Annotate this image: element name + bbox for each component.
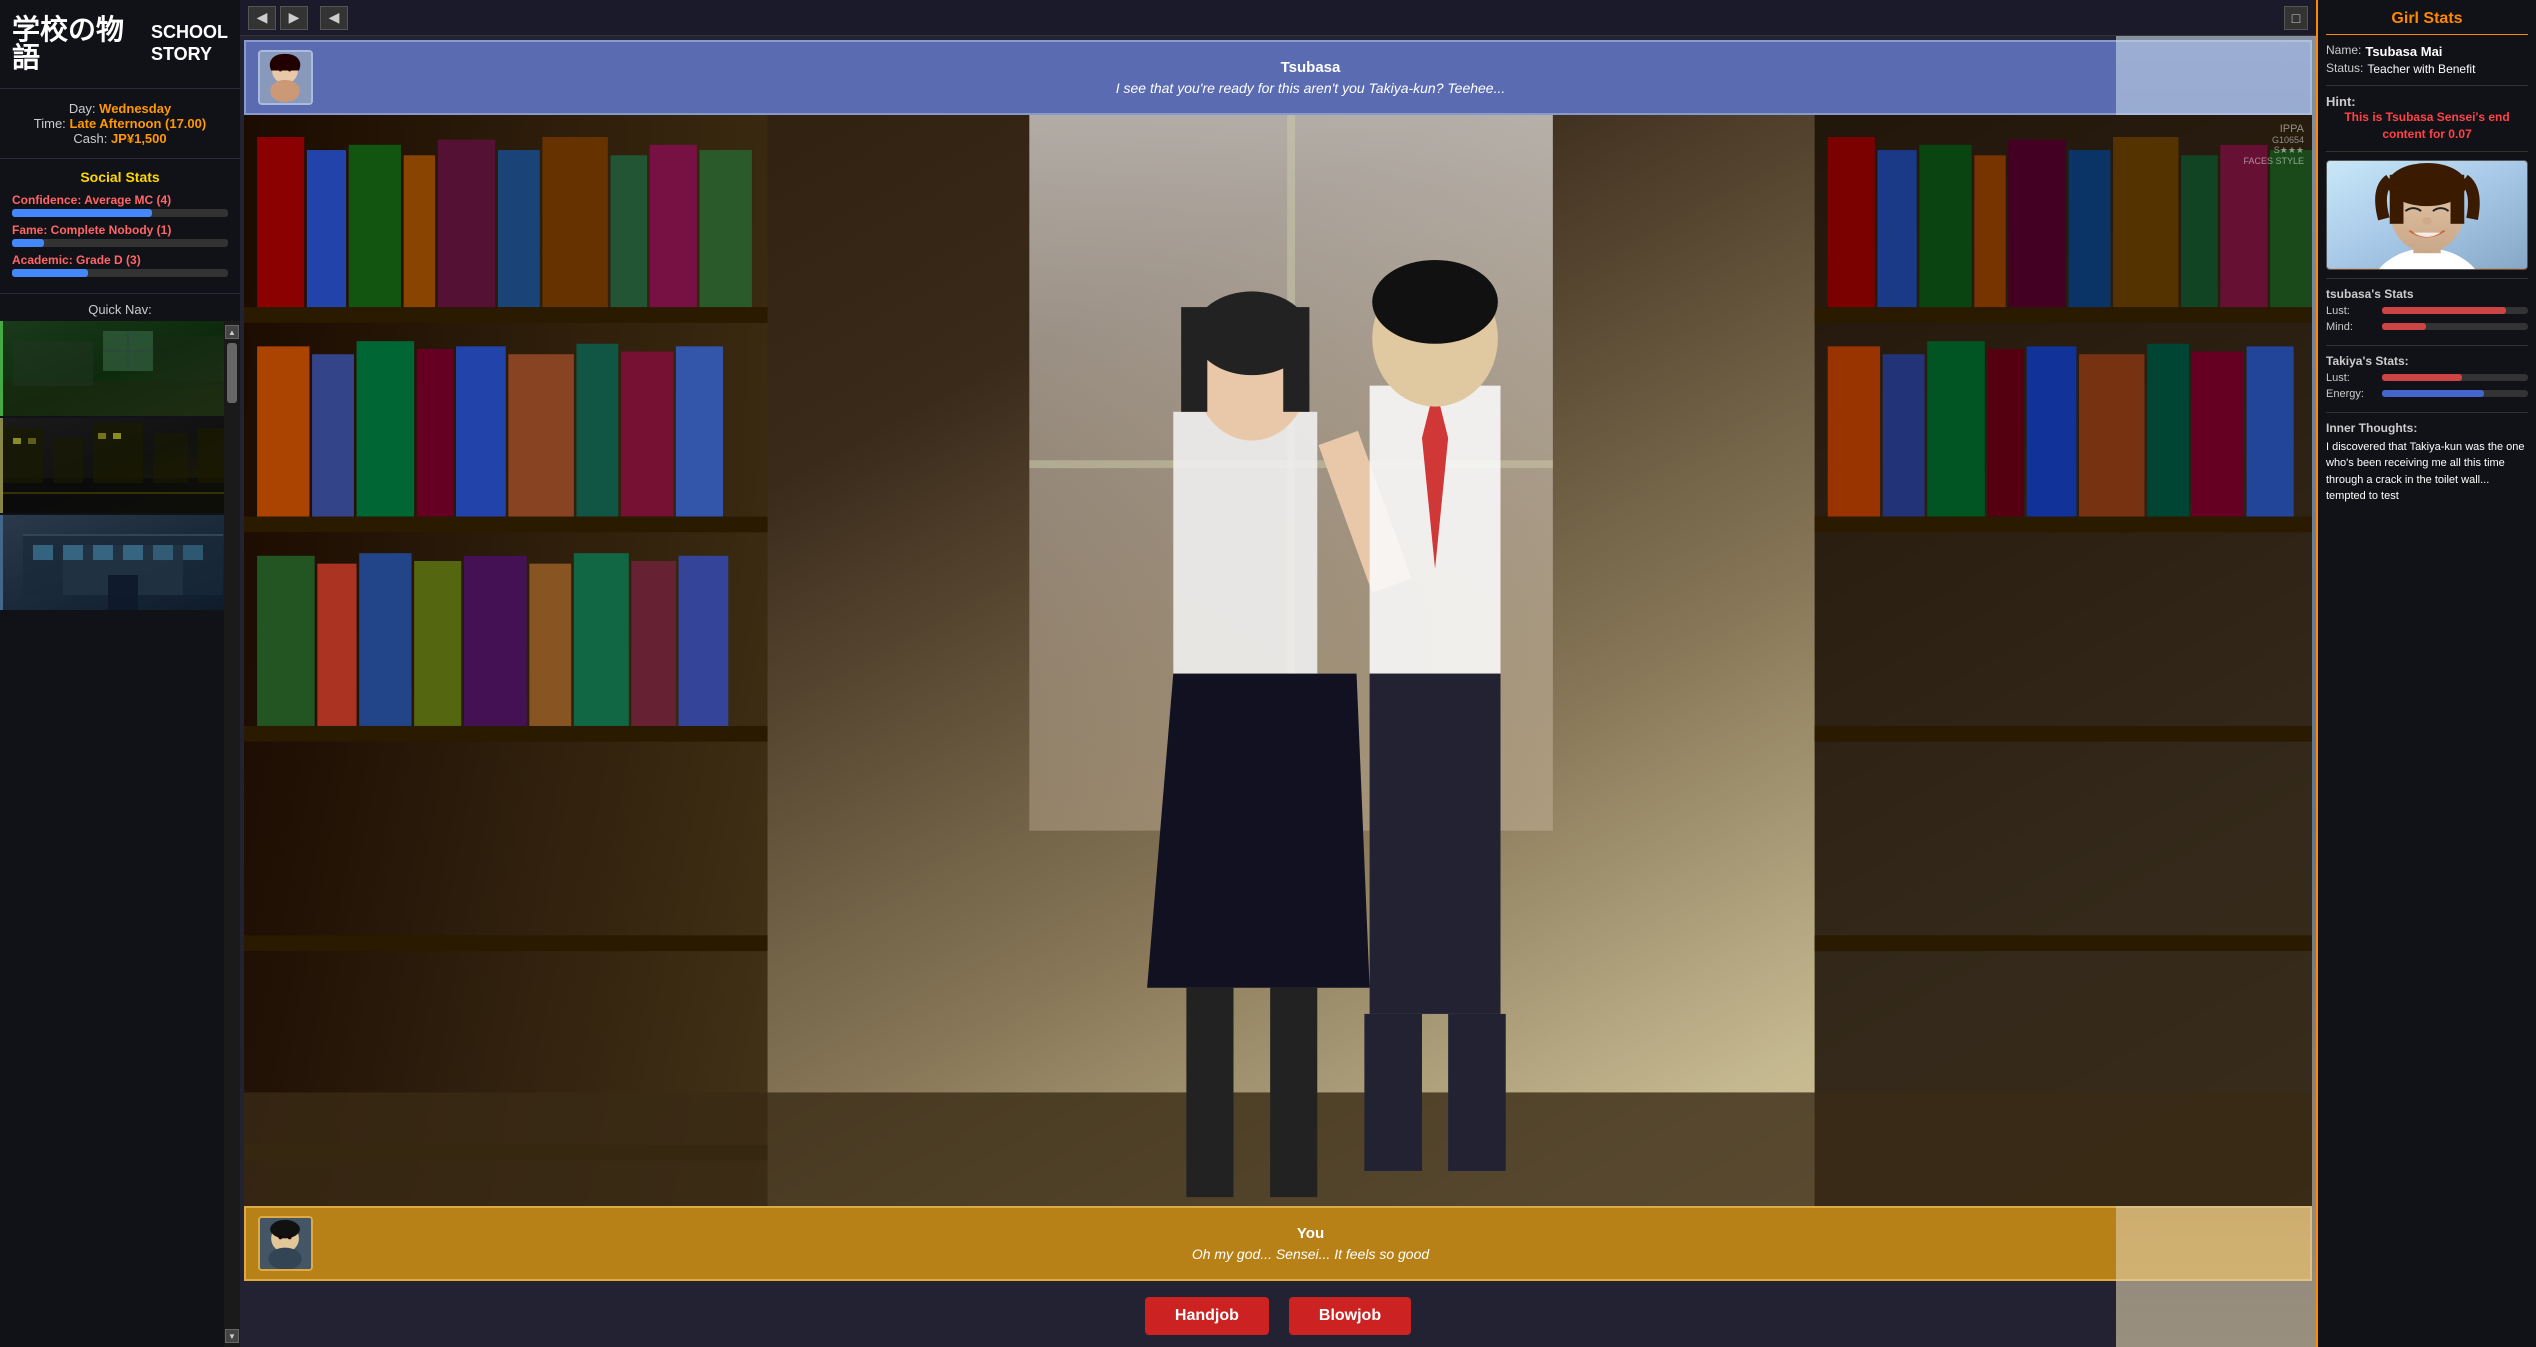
choice-handjob-button[interactable]: Handjob	[1145, 1297, 1269, 1335]
scene-image: IPPA G10654 S★★★ FACES STYLE	[244, 115, 2312, 1206]
tsubasa-lust-row: Lust:	[2326, 305, 2528, 317]
name-value: Tsubasa Mai	[2365, 44, 2442, 59]
fame-label: Fame: Complete Nobody (1)	[12, 223, 228, 237]
cash-value: JP¥1,500	[111, 131, 167, 146]
confidence-bar-bg	[12, 209, 228, 217]
tsubasa-dialogue-content: Tsubasa I see that you're ready for this…	[323, 59, 2298, 96]
inner-thoughts-title: Inner Thoughts:	[2326, 421, 2528, 435]
inner-thoughts-section: Inner Thoughts: I discovered that Takiya…	[2326, 421, 2528, 1337]
scroll-thumb[interactable]	[227, 343, 237, 403]
mc-speaker: You	[323, 1225, 2298, 1242]
inner-thoughts-text: I discovered that Takiya-kun was the one…	[2326, 439, 2528, 505]
takiya-lust-row: Lust:	[2326, 372, 2528, 384]
nav-item-school[interactable]: SCHOOL	[0, 515, 224, 610]
back-button[interactable]: ◀	[248, 6, 276, 30]
tsubasa-stats-title: tsubasa's Stats	[2326, 287, 2528, 301]
takiya-energy-row: Energy:	[2326, 388, 2528, 400]
dialogue-bottom[interactable]: You Oh my god... Sensei... It feels so g…	[244, 1206, 2312, 1281]
takiya-energy-label: Energy:	[2326, 388, 2376, 400]
academic-stat: Academic: Grade D (3)	[12, 253, 228, 277]
choices-area: Handjob Blowjob	[240, 1285, 2316, 1347]
status-label: Status:	[2326, 61, 2363, 75]
girl-photo-inner	[2327, 161, 2527, 269]
window-button[interactable]: □	[2284, 6, 2308, 30]
tsubasa-stats-section: tsubasa's Stats Lust: Mind:	[2326, 287, 2528, 346]
hint-text: This is Tsubasa Sensei's end content for…	[2326, 109, 2528, 143]
tsubasa-speaker: Tsubasa	[323, 59, 2298, 76]
day-value: Wednesday	[99, 101, 171, 116]
confidence-stat: Confidence: Average MC (4)	[12, 193, 228, 217]
confidence-label: Confidence: Average MC (4)	[12, 193, 228, 207]
hint-title: Hint:	[2326, 94, 2528, 109]
nav-items: MY BEDROOM	[0, 321, 224, 1347]
streets-bg	[3, 418, 224, 513]
takiya-lust-label: Lust:	[2326, 372, 2376, 384]
mc-avatar-img	[260, 1218, 311, 1269]
girl-photo-section	[2326, 160, 2528, 279]
hint-section: Hint: This is Tsubasa Sensei's end conte…	[2326, 94, 2528, 152]
mc-avatar-bottom	[258, 1216, 313, 1271]
sidebar: 学校の物語 SCHOOL STORY Day: Wednesday Time: …	[0, 0, 240, 1347]
game-area: Tsubasa I see that you're ready for this…	[240, 36, 2316, 1347]
nav-item-streets[interactable]: THE STREETS	[0, 418, 224, 513]
menu-button[interactable]: ◀	[320, 6, 348, 30]
time-label: Time:	[34, 116, 66, 131]
takiya-lust-bar-bg	[2382, 374, 2528, 381]
dialogue-top[interactable]: Tsubasa I see that you're ready for this…	[244, 40, 2312, 115]
time-value: Late Afternoon (17.00)	[69, 116, 206, 131]
social-stats-title: Social Stats	[12, 169, 228, 185]
takiya-energy-bar-fill	[2382, 390, 2484, 397]
scene-watermark: IPPA G10654 S★★★ FACES STYLE	[2243, 123, 2304, 166]
tsubasa-lust-label: Lust:	[2326, 305, 2376, 317]
tsubasa-lust-bar-fill	[2382, 307, 2506, 314]
academic-bar-bg	[12, 269, 228, 277]
tsubasa-mind-bar-bg	[2382, 323, 2528, 330]
mc-dialogue-text: Oh my god... Sensei... It feels so good	[323, 1246, 2298, 1262]
status-value: Teacher with Benefit	[2367, 62, 2475, 76]
sidebar-header: 学校の物語 SCHOOL STORY	[0, 0, 240, 89]
takiya-lust-bar-fill	[2382, 374, 2462, 381]
tsubasa-mind-bar-fill	[2382, 323, 2426, 330]
scroll-up-btn[interactable]: ▲	[225, 325, 239, 339]
right-panel-title: Girl Stats	[2326, 10, 2528, 35]
school-bg	[3, 515, 224, 610]
quick-nav-title: Quick Nav:	[0, 294, 240, 321]
social-stats: Social Stats Confidence: Average MC (4) …	[0, 159, 240, 294]
game-stats: Day: Wednesday Time: Late Afternoon (17.…	[0, 89, 240, 159]
tsubasa-avatar-img	[260, 52, 311, 103]
tsubasa-avatar-top	[258, 50, 313, 105]
girl-name-section: Name: Tsubasa Mai Status: Teacher with B…	[2326, 43, 2528, 86]
tsubasa-mind-label: Mind:	[2326, 321, 2376, 333]
takiya-stats-section: Takiya's Stats: Lust: Energy:	[2326, 354, 2528, 413]
logo-en: SCHOOL STORY	[151, 22, 228, 65]
fame-bar-bg	[12, 239, 228, 247]
scroll-track[interactable]: ▲ ▼	[224, 321, 240, 1347]
takiya-stats-title: Takiya's Stats:	[2326, 354, 2528, 368]
academic-label: Academic: Grade D (3)	[12, 253, 228, 267]
takiya-energy-bar-bg	[2382, 390, 2528, 397]
scroll-down-btn[interactable]: ▼	[225, 1329, 239, 1343]
choice-blowjob-button[interactable]: Blowjob	[1289, 1297, 1411, 1335]
fame-bar-fill	[12, 239, 44, 247]
bedroom-bg	[3, 321, 224, 416]
fame-stat: Fame: Complete Nobody (1)	[12, 223, 228, 247]
nav-item-bedroom[interactable]: MY BEDROOM	[0, 321, 224, 416]
tsubasa-lust-bar-bg	[2382, 307, 2528, 314]
confidence-bar-fill	[12, 209, 152, 217]
name-label: Name:	[2326, 43, 2361, 57]
tsubasa-mind-row: Mind:	[2326, 321, 2528, 333]
logo-jp: 学校の物語	[12, 16, 141, 72]
girl-photo	[2326, 160, 2528, 270]
nav-bar: ◀ ▶ ◀ □	[240, 0, 2316, 36]
nav-scroll-container: MY BEDROOM	[0, 321, 240, 1347]
tsubasa-dialogue-text: I see that you're ready for this aren't …	[323, 80, 2298, 96]
day-label: Day:	[69, 101, 96, 116]
forward-button[interactable]: ▶	[280, 6, 308, 30]
academic-bar-fill	[12, 269, 88, 277]
main-content: ◀ ▶ ◀ □	[240, 0, 2316, 1347]
cash-label: Cash:	[73, 131, 107, 146]
mc-dialogue-content: You Oh my god... Sensei... It feels so g…	[323, 1225, 2298, 1262]
right-panel: Girl Stats Name: Tsubasa Mai Status: Tea…	[2316, 0, 2536, 1347]
